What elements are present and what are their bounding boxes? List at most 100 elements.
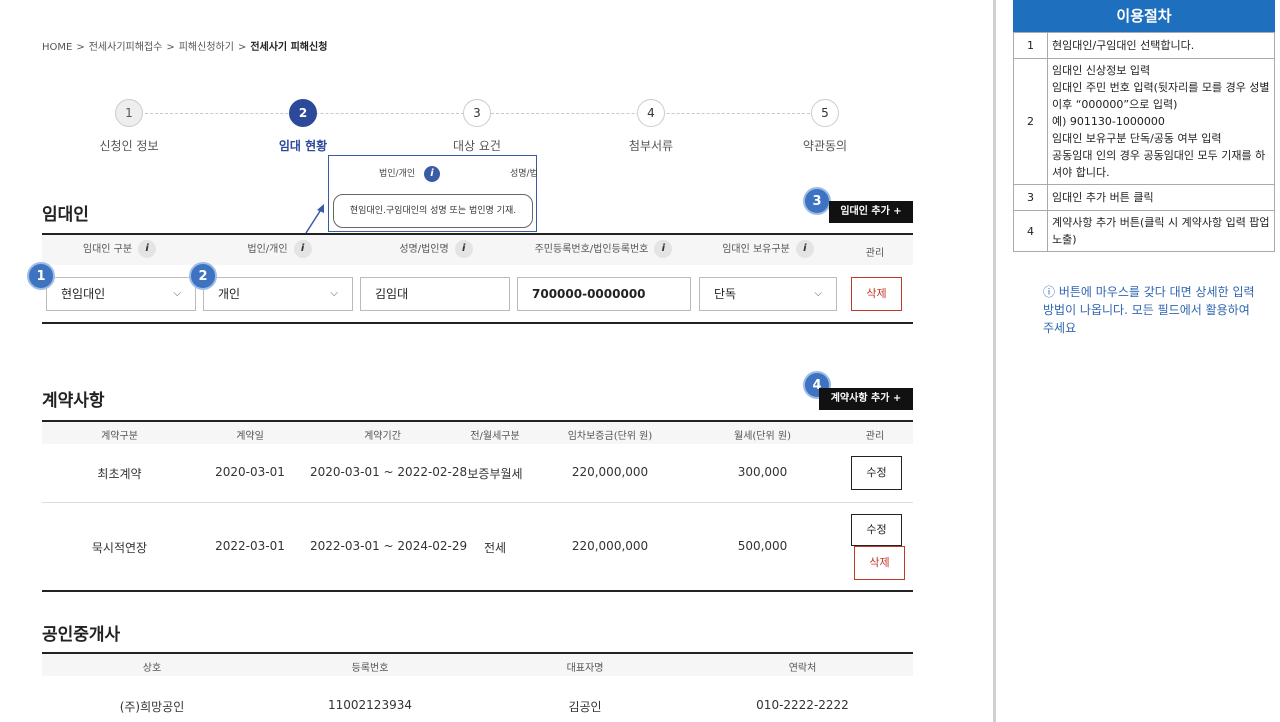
contract-row-divider xyxy=(42,502,913,503)
procedure-text: 현임대인/구임대인 선택합니다. xyxy=(1047,32,1275,59)
contract-monthly: 500,000 xyxy=(737,539,788,553)
landlord-header-manage: 관리 xyxy=(865,248,885,259)
step-1: 1 신청인 정보 xyxy=(69,99,189,154)
procedure-table: 1 현임대인/구임대인 선택합니다. 2 임대인 신상정보 입력 임대인 주민 … xyxy=(1013,32,1275,252)
broker-reg-number: 11002123934 xyxy=(328,698,412,712)
breadcrumb-current: 전세사기 피해신청 xyxy=(250,42,328,53)
contract-kind: 묵시적연장 xyxy=(91,541,148,555)
broker-section-title: 공인중개사 xyxy=(42,625,121,645)
landlord-header-name: 성명/법인명 i xyxy=(360,240,512,258)
procedure-number: 2 xyxy=(1013,58,1048,185)
delete-landlord-button[interactable]: 삭제 xyxy=(851,277,902,311)
add-landlord-button[interactable]: 임대인 추가 + xyxy=(829,201,913,223)
delete-contract-button[interactable]: 삭제 xyxy=(854,546,905,580)
step-3: 3 대상 요건 xyxy=(417,99,537,154)
step-badge-3: 3 xyxy=(803,187,831,215)
procedure-title: 이용절차 xyxy=(1013,0,1275,32)
procedure-text: 계약사항 추가 버튼(클릭 시 계약사항 입력 팝업 노출) xyxy=(1047,210,1275,252)
ownership-select[interactable]: 단독 ⌵ xyxy=(699,277,837,311)
contract-header-manage: 관리 xyxy=(865,431,885,442)
chevron-down-icon: ⌵ xyxy=(814,288,822,299)
tooltip-callout: 법인/개인 i 성명/법 현임대인.구임대인의 성명 또는 법인명 기재. xyxy=(328,155,537,232)
panel-divider xyxy=(993,0,996,722)
contract-header-deposit: 임차보증금(단위 원) xyxy=(567,431,653,442)
procedure-number: 1 xyxy=(1013,32,1048,59)
breadcrumb: HOME > 전세사기피해접수 > 피해신청하기 > 전세사기 피해신청 xyxy=(42,42,328,53)
info-icon[interactable]: i xyxy=(138,240,157,258)
step-5: 5 약관동의 xyxy=(765,99,885,154)
step-2-number: 2 xyxy=(289,99,317,127)
landlord-header-person: 법인/개인 i xyxy=(202,240,357,258)
step-4-number: 4 xyxy=(637,99,665,127)
contract-date: 2022-03-01 xyxy=(215,539,285,553)
procedure-line: 임대인 신상정보 입력 xyxy=(1052,64,1151,77)
procedure-note: ⓘ 버튼에 마우스를 갖다 대면 상세한 입력 방법이 나옵니다. 모든 필드에… xyxy=(1043,285,1255,335)
step-badge-2: 2 xyxy=(189,262,217,290)
contract-rent-type: 보증부월세 xyxy=(467,467,523,481)
landlord-header-type: 임대인 구분 i xyxy=(42,240,197,258)
step-2-label: 임대 현황 xyxy=(278,139,328,153)
contract-period: 2022-03-01 ~ 2024-02-29 xyxy=(310,539,468,553)
contract-header-monthly: 월세(단위 원) xyxy=(734,431,791,442)
main-panel: HOME > 전세사기피해접수 > 피해신청하기 > 전세사기 피해신청 1 신청인 정보 … xyxy=(0,0,995,722)
contract-date: 2020-03-01 xyxy=(215,465,285,479)
contract-monthly: 300,000 xyxy=(737,465,788,479)
procedure-line: 임대인 주민 번호 입력(뒷자리를 모를 경우 성별 이후 “000000”으로… xyxy=(1052,81,1270,111)
contract-period: 2020-03-01 ~ 2022-02-28 xyxy=(310,465,468,479)
info-icon[interactable]: i xyxy=(795,240,814,258)
procedure-row: 1 현임대인/구임대인 선택합니다. xyxy=(1013,32,1275,59)
person-type-select[interactable]: 개인 ⌵ xyxy=(203,277,353,311)
edit-contract-button[interactable]: 수정 xyxy=(851,456,902,490)
contract-table-bottom-rule xyxy=(42,590,913,592)
procedure-line: 예) 901130-1000000 xyxy=(1052,115,1165,128)
contract-deposit: 220,000,000 xyxy=(571,465,649,479)
procedure-row: 3 임대인 추가 버튼 클릭 xyxy=(1013,184,1275,211)
info-icon[interactable]: i xyxy=(424,166,440,182)
procedure-number: 3 xyxy=(1013,184,1048,211)
procedure-text: 임대인 추가 버튼 클릭 xyxy=(1047,184,1275,211)
tooltip-col-person: 법인/개인 xyxy=(379,169,416,179)
edit-contract-button[interactable]: 수정 xyxy=(851,514,902,546)
contract-section-title: 계약사항 xyxy=(42,391,105,411)
step-4-label: 첨부서류 xyxy=(628,139,674,153)
landlord-header-ownership: 임대인 보유구분 i xyxy=(698,240,838,258)
landlord-section-title: 임대인 xyxy=(42,205,89,225)
broker-header-rep: 대표자명 xyxy=(566,663,604,674)
chevron-down-icon: ⌵ xyxy=(330,288,338,299)
procedure-number: 4 xyxy=(1013,210,1048,252)
tooltip-col-name: 성명/법 xyxy=(510,169,537,179)
procedure-line: 공동임대 인의 경우 공동임대인 모두 기재를 하셔야 합니다. xyxy=(1052,149,1266,179)
broker-name: (주)희망공인 xyxy=(119,700,185,714)
step-1-number: 1 xyxy=(115,99,143,127)
contract-header-period: 계약기간 xyxy=(364,431,401,442)
procedure-row: 4 계약사항 추가 버튼(클릭 시 계약사항 입력 팝업 노출) xyxy=(1013,210,1275,252)
contract-header-date: 계약일 xyxy=(236,431,264,442)
contract-header-rent-type: 전/월세구분 xyxy=(470,431,520,442)
step-badge-1: 1 xyxy=(27,262,55,290)
procedure-line: 임대인 보유구분 단독/공동 여부 입력 xyxy=(1052,132,1222,145)
step-1-label: 신청인 정보 xyxy=(99,139,159,153)
add-contract-button[interactable]: 계약사항 추가 + xyxy=(819,388,913,410)
contract-deposit: 220,000,000 xyxy=(571,539,649,553)
info-icon[interactable]: i xyxy=(293,240,312,258)
tooltip-bubble: 현임대인.구임대인의 성명 또는 법인명 기재. xyxy=(333,194,533,228)
tooltip-pointer-arrow xyxy=(305,204,324,234)
step-4: 4 첨부서류 xyxy=(591,99,711,154)
id-number-input[interactable]: 700000-0000000 xyxy=(517,277,691,311)
broker-representative: 김공인 xyxy=(568,700,602,714)
step-3-label: 대상 요건 xyxy=(453,139,501,153)
breadcrumb-damage-report[interactable]: 전세사기피해접수 xyxy=(89,42,163,53)
breadcrumb-home[interactable]: HOME xyxy=(42,42,72,53)
landlord-header-id: 주민등록번호/법인등록번호 i xyxy=(516,240,691,258)
procedure-text: 임대인 신상정보 입력 임대인 주민 번호 입력(뒷자리를 모를 경우 성별 이… xyxy=(1047,58,1275,185)
contract-kind: 최초계약 xyxy=(97,467,142,481)
landlord-type-select[interactable]: 현임대인 ⌵ xyxy=(46,277,196,311)
broker-phone: 010-2222-2222 xyxy=(756,698,849,712)
info-icon[interactable]: i xyxy=(654,240,673,258)
step-2: 2 임대 현황 xyxy=(243,99,363,154)
info-icon[interactable]: i xyxy=(454,240,473,258)
breadcrumb-apply[interactable]: 피해신청하기 xyxy=(179,42,234,53)
landlord-name-input[interactable]: 김임대 xyxy=(360,277,510,311)
procedure-row: 2 임대인 신상정보 입력 임대인 주민 번호 입력(뒷자리를 모를 경우 성별… xyxy=(1013,58,1275,185)
contract-header-kind: 계약구분 xyxy=(101,431,138,442)
